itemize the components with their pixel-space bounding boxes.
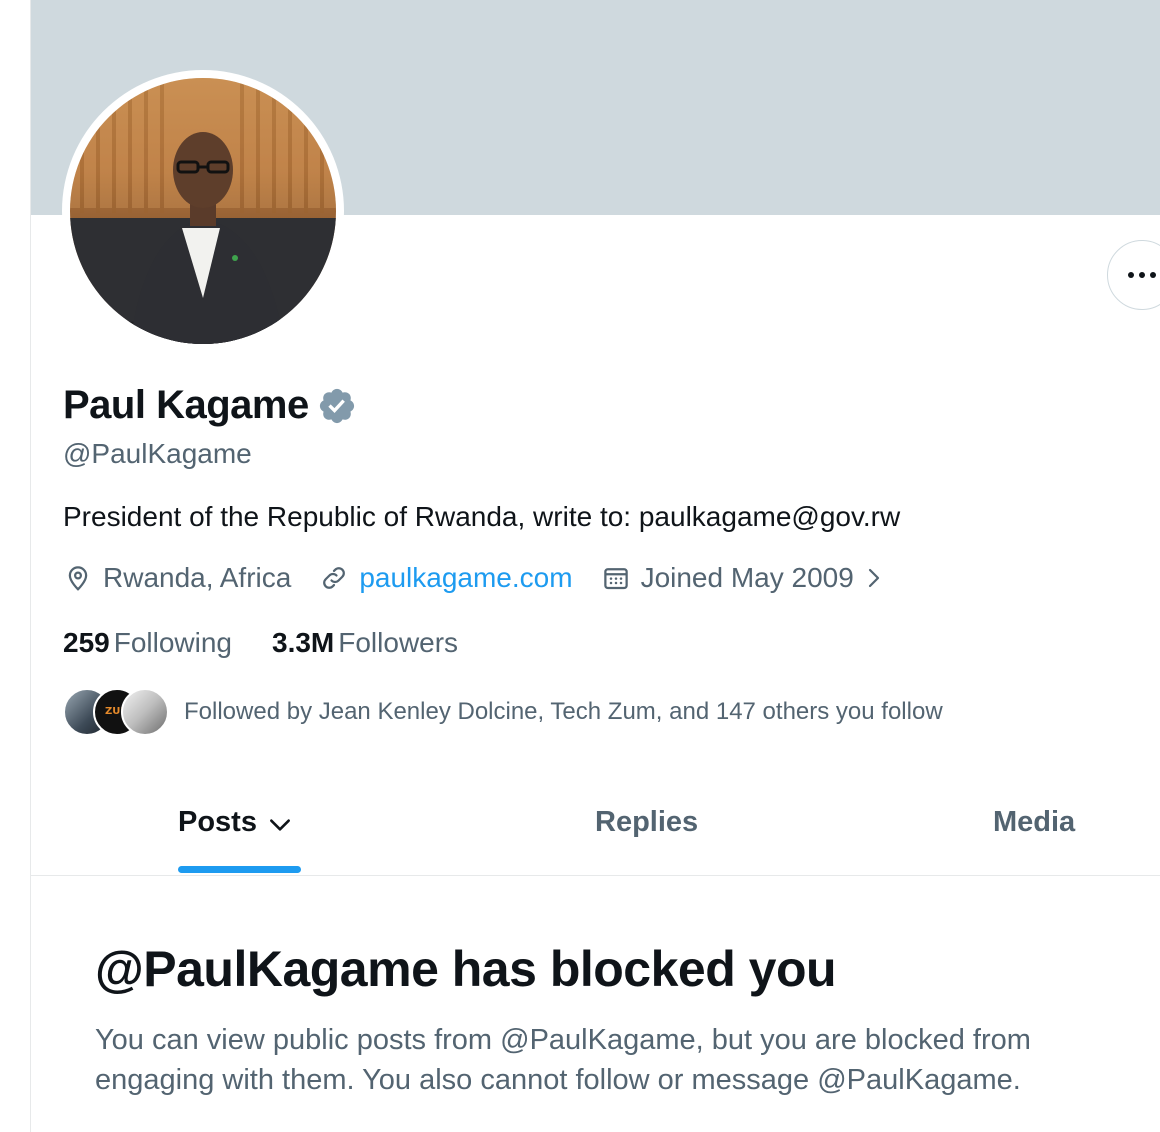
mini-avatar bbox=[121, 688, 169, 736]
follow-stats: 259 Following 3.3M Followers bbox=[63, 627, 498, 659]
website-item[interactable]: paulkagame.com bbox=[319, 562, 573, 594]
tab-replies[interactable]: Replies bbox=[595, 800, 698, 876]
joined-item[interactable]: Joined May 2009 bbox=[601, 562, 886, 594]
following-label: Following bbox=[113, 627, 232, 658]
followers-stat[interactable]: 3.3M Followers bbox=[272, 627, 458, 659]
followers-count: 3.3M bbox=[272, 627, 335, 658]
more-options-button[interactable] bbox=[1107, 240, 1160, 310]
followed-by-avatars: ZUM bbox=[63, 688, 169, 736]
following-count: 259 bbox=[63, 627, 110, 658]
tab-posts[interactable]: Posts bbox=[178, 800, 293, 876]
followed-by-row[interactable]: ZUM Followed by Jean Kenley Dolcine, Tec… bbox=[63, 688, 943, 736]
calendar-icon bbox=[603, 568, 628, 590]
profile-name-row: Paul Kagame bbox=[63, 383, 357, 428]
blocked-title: @PaulKagame has blocked you bbox=[95, 941, 837, 997]
avatar-photo bbox=[70, 78, 336, 344]
location-item: Rwanda, Africa bbox=[63, 562, 291, 594]
profile-meta-row: Rwanda, Africa paulkagame.com Joined May… bbox=[63, 562, 914, 594]
tab-label: Replies bbox=[595, 806, 699, 838]
profile-tabs: Posts Replies Media bbox=[31, 800, 1160, 876]
chevron-down-icon bbox=[270, 819, 290, 831]
tab-media[interactable]: Media bbox=[993, 800, 1075, 876]
display-name: Paul Kagame bbox=[63, 383, 309, 427]
followed-by-text: Followed by Jean Kenley Dolcine, Tech Zu… bbox=[184, 698, 943, 725]
profile-avatar[interactable] bbox=[62, 70, 344, 352]
website-link[interactable]: paulkagame.com bbox=[359, 562, 572, 594]
more-options-icon bbox=[1128, 272, 1156, 278]
location-text: Rwanda, Africa bbox=[103, 562, 292, 593]
joined-text: Joined May 2009 bbox=[640, 562, 854, 593]
followers-label: Followers bbox=[338, 627, 459, 658]
location-pin-icon bbox=[68, 566, 88, 591]
tab-label: Media bbox=[993, 806, 1076, 838]
tab-label: Posts bbox=[178, 806, 257, 838]
avatar-portrait-illustration bbox=[70, 78, 336, 344]
link-icon bbox=[323, 567, 346, 589]
profile-bio: President of the Republic of Rwanda, wri… bbox=[63, 501, 901, 532]
chevron-right-icon bbox=[868, 568, 879, 588]
verified-badge-icon[interactable] bbox=[317, 386, 357, 426]
blocked-description: You can view public posts from @PaulKaga… bbox=[95, 1024, 1031, 1096]
profile-handle: @PaulKagame bbox=[63, 438, 252, 469]
following-stat[interactable]: 259 Following bbox=[63, 627, 232, 659]
active-tab-indicator bbox=[178, 866, 301, 873]
profile-page: Paul Kagame @PaulKagame President of the… bbox=[0, 0, 1160, 1132]
